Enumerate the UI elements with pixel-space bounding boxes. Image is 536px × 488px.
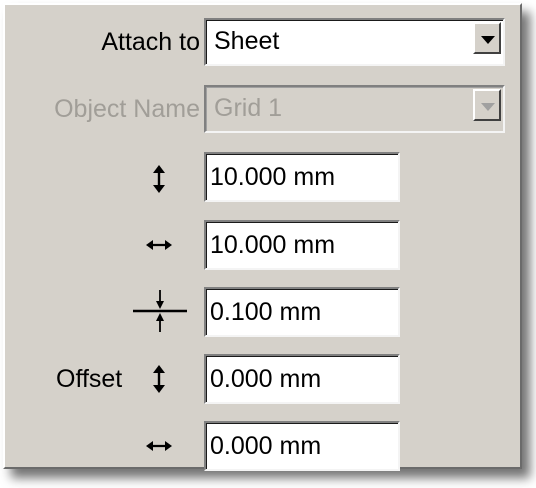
horizontal-double-arrow-icon (146, 240, 172, 250)
chevron-down-icon (481, 36, 495, 44)
attach-to-dropdown-button[interactable] (473, 22, 501, 54)
attach-to-value: Sheet (214, 27, 280, 55)
snap-tolerance-value: 0.100 mm (210, 298, 322, 326)
offset-vertical-value: 0.000 mm (210, 365, 322, 393)
vertical-double-arrow-icon (153, 365, 165, 393)
offset-horizontal-field[interactable]: 0.000 mm (204, 421, 400, 471)
horizontal-spacing-value: 10.000 mm (210, 231, 336, 259)
offset-label: Offset (56, 365, 123, 393)
vertical-double-arrow-icon (153, 165, 165, 193)
crosshair-arrows-icon (133, 290, 187, 332)
attach-to-dropdown[interactable]: Sheet (204, 18, 505, 66)
object-name-label: Object Name (54, 95, 200, 123)
attach-to-label: Attach to (101, 28, 200, 56)
horizontal-spacing-field[interactable]: 10.000 mm (204, 220, 400, 270)
vertical-spacing-field[interactable]: 10.000 mm (204, 152, 400, 202)
offset-vertical-field[interactable]: 0.000 mm (204, 354, 400, 404)
vertical-spacing-value: 10.000 mm (210, 163, 336, 191)
object-name-dropdown-button (473, 89, 501, 121)
chevron-down-icon (481, 103, 495, 111)
object-name-dropdown: Grid 1 (204, 85, 505, 133)
object-name-value: Grid 1 (214, 94, 283, 122)
grid-properties-panel: Attach to Sheet Object Name Grid 1 10.00… (3, 3, 522, 471)
snap-tolerance-field[interactable]: 0.100 mm (204, 287, 400, 337)
horizontal-double-arrow-icon (146, 441, 172, 451)
offset-horizontal-value: 0.000 mm (210, 432, 322, 460)
